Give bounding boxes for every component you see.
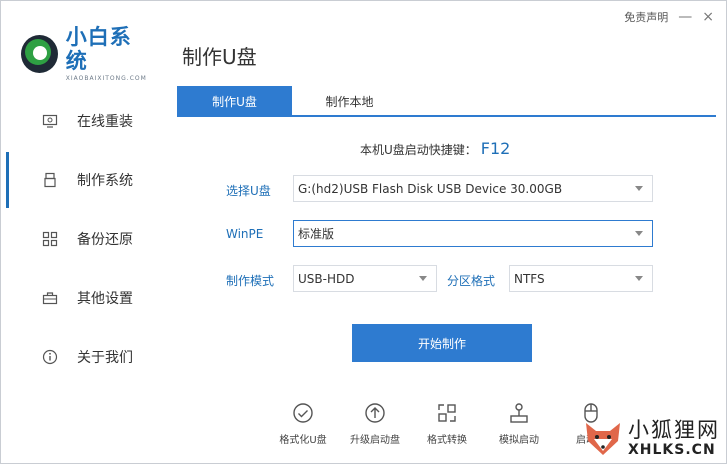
- usb-drive-icon: [41, 171, 59, 189]
- tool-simulate-boot[interactable]: 模拟启动: [483, 401, 555, 446]
- partition-select-value: NTFS: [514, 271, 545, 286]
- app-logo: 小白系统 XIAOBAIXITONG.COM: [21, 25, 151, 82]
- start-make-button[interactable]: 开始制作: [352, 324, 532, 362]
- logo-subtitle: XIAOBAIXITONG.COM: [65, 75, 147, 82]
- chevron-down-icon: [635, 186, 643, 191]
- sidebar: 小白系统 XIAOBAIXITONG.COM 在线重装 制作系统 备份还原 其他…: [1, 1, 151, 463]
- boot-hotkey-info: 本机U盘启动快捷键： F12: [360, 139, 510, 158]
- tool-upgrade-boot-disk[interactable]: 升级启动盘: [339, 401, 411, 446]
- sidebar-item-label: 在线重装: [77, 113, 133, 130]
- tab-make-usb[interactable]: 制作U盘: [177, 86, 292, 117]
- sidebar-item-backup-restore[interactable]: 备份还原: [1, 209, 151, 268]
- sidebar-item-label: 关于我们: [77, 349, 133, 366]
- usb-select-label: 选择U盘: [226, 184, 271, 198]
- info-icon: [41, 348, 59, 366]
- mode-select[interactable]: USB-HDD: [293, 265, 437, 292]
- watermark-cn: 小狐狸网: [628, 418, 720, 442]
- chevron-down-icon: [635, 231, 643, 236]
- watermark-en: XHLKS.CN: [628, 442, 716, 458]
- sidebar-item-label: 其他设置: [77, 290, 133, 307]
- tool-label: 格式化U盘: [279, 435, 327, 446]
- tool-label: 模拟启动: [499, 435, 539, 446]
- tool-bar: 格式化U盘 升级启动盘 格式转换 模拟启动 启动快: [267, 401, 627, 446]
- mode-select-value: USB-HDD: [298, 271, 355, 286]
- close-button[interactable]: ×: [702, 10, 714, 24]
- sidebar-item-other-settings[interactable]: 其他设置: [1, 268, 151, 327]
- monitor-icon: [41, 112, 59, 130]
- joystick-icon: [510, 403, 528, 423]
- sidebar-item-online-reinstall[interactable]: 在线重装: [1, 91, 151, 150]
- sidebar-item-make-system[interactable]: 制作系统: [1, 150, 151, 209]
- chevron-down-icon: [635, 276, 643, 281]
- logo-title: 小白系统: [65, 25, 132, 73]
- logo-icon: [21, 34, 58, 73]
- hotkey-value: F12: [480, 139, 511, 158]
- tool-format-convert[interactable]: 格式转换: [411, 401, 483, 446]
- tool-label: 升级启动盘: [350, 435, 400, 446]
- upload-circle-icon: [365, 403, 385, 423]
- partition-select[interactable]: NTFS: [509, 265, 653, 292]
- page-title: 制作U盘: [182, 45, 257, 69]
- toolbox-icon: [41, 289, 59, 307]
- mode-label: 制作模式: [226, 274, 275, 288]
- sidebar-item-about-us[interactable]: 关于我们: [1, 327, 151, 386]
- tool-format-usb[interactable]: 格式化U盘: [267, 401, 339, 446]
- chevron-down-icon: [419, 276, 427, 281]
- check-circle-icon: [293, 403, 313, 423]
- tab-bar: 制作U盘 制作本地: [177, 86, 716, 117]
- title-bar-controls: 免责声明 — ×: [624, 9, 714, 25]
- tab-make-local[interactable]: 制作本地: [292, 86, 407, 117]
- grid-icon: [41, 230, 59, 248]
- sidebar-item-label: 制作系统: [77, 172, 133, 189]
- convert-icon: [438, 404, 456, 422]
- winpe-select[interactable]: 标准版: [293, 220, 653, 247]
- app-window: 小白系统 XIAOBAIXITONG.COM 在线重装 制作系统 备份还原 其他…: [0, 0, 727, 464]
- fox-logo-icon: [582, 417, 624, 459]
- minimize-button[interactable]: —: [678, 10, 692, 24]
- watermark: 小狐狸网 XHLKS.CN: [582, 417, 720, 459]
- hotkey-label: 本机U盘启动快捷键：: [360, 143, 477, 157]
- winpe-label: WinPE: [226, 227, 264, 241]
- sidebar-nav: 在线重装 制作系统 备份还原 其他设置 关于我们: [1, 91, 151, 386]
- winpe-select-value: 标准版: [298, 227, 335, 241]
- disclaimer-link[interactable]: 免责声明: [624, 9, 668, 25]
- tool-label: 格式转换: [427, 435, 467, 446]
- partition-label: 分区格式: [447, 274, 496, 288]
- sidebar-item-label: 备份还原: [77, 231, 133, 248]
- usb-select-value: G:(hd2)USB Flash Disk USB Device 30.00GB: [298, 181, 563, 196]
- usb-select[interactable]: G:(hd2)USB Flash Disk USB Device 30.00GB: [293, 175, 653, 202]
